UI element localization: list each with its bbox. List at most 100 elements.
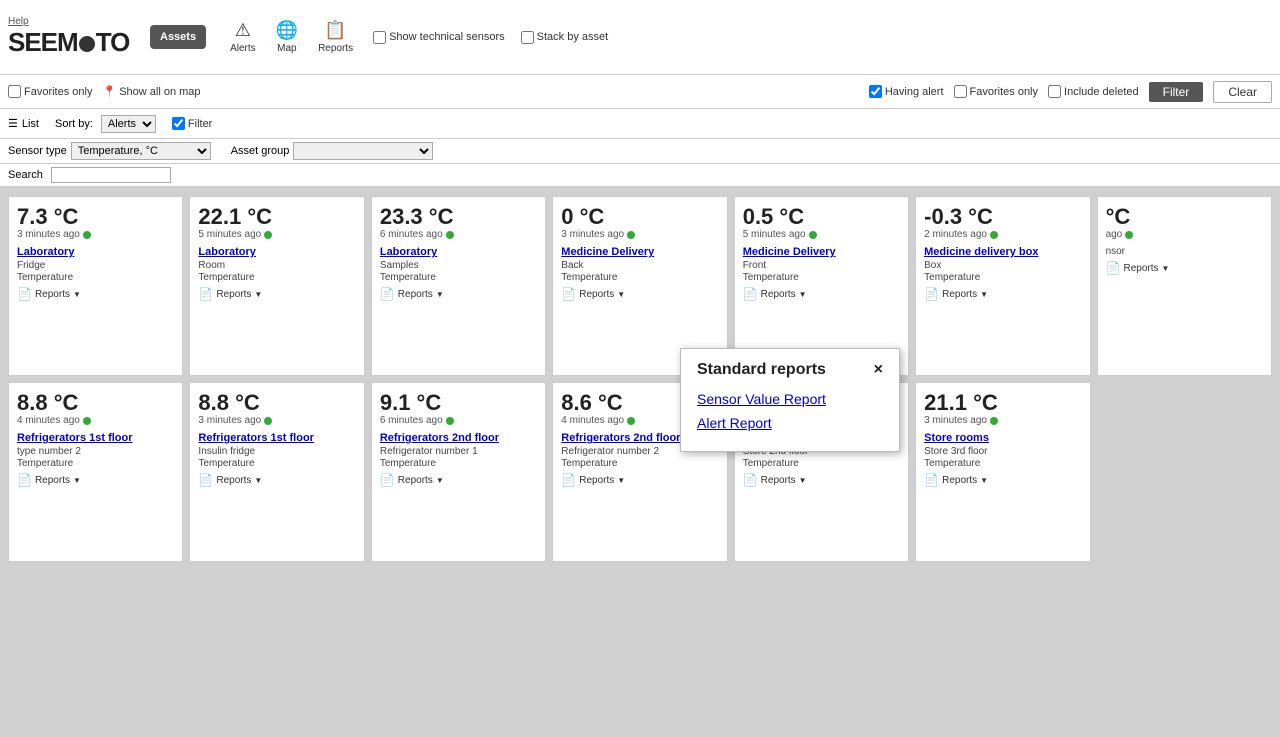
include-deleted-label[interactable]: Include deleted bbox=[1048, 85, 1139, 98]
reports-doc-icon: 📄 bbox=[743, 287, 758, 301]
card-location-link[interactable]: Refrigerators 1st floor bbox=[198, 432, 355, 444]
card-sublocation: Room bbox=[198, 260, 355, 271]
card-location-link[interactable]: Refrigerators 1st floor bbox=[17, 432, 174, 444]
card-time: 4 minutes ago bbox=[17, 415, 174, 426]
having-alert-checkbox[interactable] bbox=[869, 85, 882, 98]
favorites-only2-checkbox[interactable] bbox=[954, 85, 967, 98]
reports-label: Reports bbox=[216, 475, 251, 486]
filter-checkbox-label[interactable]: Filter bbox=[172, 117, 212, 130]
card-location-link[interactable]: Store rooms bbox=[924, 432, 1081, 444]
status-dot bbox=[809, 231, 817, 239]
asset-group-select[interactable] bbox=[293, 142, 433, 160]
reports-chevron-icon: ▼ bbox=[436, 290, 444, 299]
reports-dropdown-button[interactable]: 📄 Reports ▼ bbox=[743, 287, 807, 301]
favorites-only-label[interactable]: Favorites only bbox=[8, 85, 92, 98]
search-input[interactable] bbox=[51, 167, 171, 183]
reports-nav-button[interactable]: 📋 Reports bbox=[310, 16, 361, 58]
reports-chevron-icon: ▼ bbox=[73, 290, 81, 299]
show-technical-checkbox[interactable] bbox=[373, 31, 386, 44]
card-time: 5 minutes ago bbox=[743, 229, 900, 240]
status-dot bbox=[990, 231, 998, 239]
reports-dropdown-button[interactable]: 📄 Reports ▼ bbox=[17, 473, 81, 487]
stack-by-asset-checkbox[interactable] bbox=[521, 31, 534, 44]
reports-dropdown-button[interactable]: 📄 Reports ▼ bbox=[1106, 261, 1170, 275]
card-sublocation: Store 3rd floor bbox=[924, 446, 1081, 457]
having-alert-label[interactable]: Having alert bbox=[869, 85, 944, 98]
reports-dropdown-button[interactable]: 📄 Reports ▼ bbox=[561, 287, 625, 301]
card-location-link[interactable]: Refrigerators 2nd floor bbox=[380, 432, 537, 444]
reports-doc-icon: 📄 bbox=[924, 473, 939, 487]
sensor-value-report-link[interactable]: Sensor Value Report bbox=[697, 391, 883, 407]
status-dot bbox=[264, 417, 272, 425]
card-temperature: 7.3 °C bbox=[17, 205, 174, 229]
filter-row2: ☰ List Sort by: Alerts Filter bbox=[0, 109, 1280, 139]
reports-dropdown-button[interactable]: 📄 Reports ▼ bbox=[198, 287, 262, 301]
reports-dropdown-button[interactable]: 📄 Reports ▼ bbox=[743, 473, 807, 487]
map-icon: 🌐 bbox=[276, 20, 298, 41]
sensor-type-select[interactable]: Temperature, °C bbox=[71, 142, 211, 160]
card-sublocation: Refrigerator number 1 bbox=[380, 446, 537, 457]
favorites-only2-label[interactable]: Favorites only bbox=[954, 85, 1038, 98]
filter-button[interactable]: Filter bbox=[1149, 82, 1204, 102]
card-location-link[interactable]: Medicine Delivery bbox=[743, 246, 900, 258]
alert-report-link[interactable]: Alert Report bbox=[697, 415, 883, 431]
reports-dropdown-button[interactable]: 📄 Reports ▼ bbox=[380, 473, 444, 487]
card-sensor-type: Temperature bbox=[924, 272, 1081, 283]
show-all-map-label[interactable]: 📍 Show all on map bbox=[102, 85, 200, 98]
reports-label: Reports bbox=[942, 289, 977, 300]
reports-dropdown-button[interactable]: 📄 Reports ▼ bbox=[380, 287, 444, 301]
reports-dropdown-button[interactable]: 📄 Reports ▼ bbox=[924, 287, 988, 301]
card-temperature: 23.3 °C bbox=[380, 205, 537, 229]
card-time: 3 minutes ago bbox=[924, 415, 1081, 426]
reports-doc-icon: 📄 bbox=[1106, 261, 1121, 275]
reports-doc-icon: 📄 bbox=[743, 473, 758, 487]
card-location-link[interactable]: Laboratory bbox=[198, 246, 355, 258]
asset-card: 21.1 °C 3 minutes ago Store rooms Store … bbox=[915, 382, 1090, 562]
alerts-nav-button[interactable]: ⚠ Alerts bbox=[222, 16, 264, 58]
map-nav-label: Map bbox=[277, 43, 296, 54]
asset-card: -0.3 °C 2 minutes ago Medicine delivery … bbox=[915, 196, 1090, 376]
show-technical-checkbox-label[interactable]: Show technical sensors bbox=[373, 31, 505, 44]
favorites-only-checkbox[interactable] bbox=[8, 85, 21, 98]
map-nav-button[interactable]: 🌐 Map bbox=[268, 16, 306, 58]
reports-doc-icon: 📄 bbox=[198, 473, 213, 487]
card-temperature: 8.8 °C bbox=[17, 391, 174, 415]
card-temperature: 0.5 °C bbox=[743, 205, 900, 229]
reports-chevron-icon: ▼ bbox=[799, 290, 807, 299]
include-deleted-checkbox[interactable] bbox=[1048, 85, 1061, 98]
card-sublocation: Box bbox=[924, 260, 1081, 271]
card-sublocation: type number 2 bbox=[17, 446, 174, 457]
stack-by-asset-checkbox-label[interactable]: Stack by asset bbox=[521, 31, 609, 44]
popup-header: Standard reports × bbox=[697, 361, 883, 379]
card-sensor-type: Temperature bbox=[198, 458, 355, 469]
main-area: 7.3 °C 3 minutes ago Laboratory Fridge T… bbox=[0, 188, 1280, 737]
help-link[interactable]: Help bbox=[8, 16, 29, 27]
card-location-link[interactable]: Medicine delivery box bbox=[924, 246, 1081, 258]
reports-chevron-icon: ▼ bbox=[617, 476, 625, 485]
status-dot bbox=[83, 417, 91, 425]
reports-label: Reports bbox=[398, 475, 433, 486]
card-time: 6 minutes ago bbox=[380, 229, 537, 240]
reports-chevron-icon: ▼ bbox=[254, 290, 262, 299]
logo-area: Help SEEMTO bbox=[8, 16, 138, 58]
reports-doc-icon: 📄 bbox=[561, 287, 576, 301]
clear-button[interactable]: Clear bbox=[1213, 81, 1272, 103]
card-temperature: °C bbox=[1106, 205, 1263, 229]
sortby-select[interactable]: Alerts bbox=[101, 115, 156, 133]
asset-group-label: Asset group bbox=[231, 145, 290, 157]
card-location-link[interactable]: Laboratory bbox=[380, 246, 537, 258]
reports-chevron-icon: ▼ bbox=[73, 476, 81, 485]
card-location-link[interactable]: Medicine Delivery bbox=[561, 246, 718, 258]
filter-checkbox[interactable] bbox=[172, 117, 185, 130]
popup-close-button[interactable]: × bbox=[874, 361, 883, 379]
reports-doc-icon: 📄 bbox=[924, 287, 939, 301]
reports-doc-icon: 📄 bbox=[561, 473, 576, 487]
card-location-link[interactable]: Laboratory bbox=[17, 246, 174, 258]
assets-button[interactable]: Assets bbox=[150, 25, 206, 49]
search-row: Search bbox=[0, 164, 1280, 188]
reports-dropdown-button[interactable]: 📄 Reports ▼ bbox=[17, 287, 81, 301]
reports-dropdown-button[interactable]: 📄 Reports ▼ bbox=[198, 473, 262, 487]
reports-dropdown-button[interactable]: 📄 Reports ▼ bbox=[924, 473, 988, 487]
reports-dropdown-button[interactable]: 📄 Reports ▼ bbox=[561, 473, 625, 487]
reports-chevron-icon: ▼ bbox=[980, 290, 988, 299]
